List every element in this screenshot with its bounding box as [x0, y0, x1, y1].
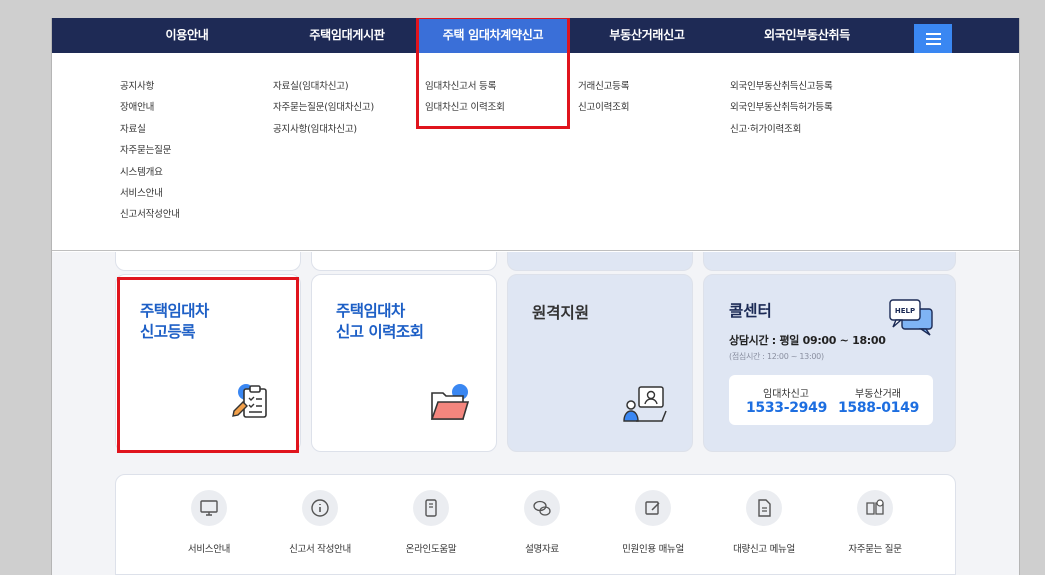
card-stub — [115, 252, 301, 271]
menu-link[interactable]: 자주묻는질문(임대차신고) — [273, 97, 374, 118]
nav-usage-guide[interactable]: 이용안내 — [142, 18, 232, 53]
card-title: 주택임대차 — [336, 302, 405, 320]
book-question-icon — [857, 490, 893, 526]
quick-link-label: 서비스안내 — [187, 544, 231, 555]
phone-label: 부동산거래 — [855, 389, 901, 400]
hamburger-menu-button[interactable] — [914, 24, 952, 53]
help-speech-bubble-icon: HELP — [888, 297, 936, 341]
menu-link[interactable]: 서비스안내 — [120, 183, 180, 204]
quick-link-label: 자주묻는 질문 — [848, 544, 902, 555]
quick-link-citizen-manual[interactable]: 민원인용 매뉴얼 — [598, 490, 708, 555]
nav-housing-lease-board[interactable]: 주택임대게시판 — [282, 18, 412, 53]
chat-bubbles-icon — [524, 490, 560, 526]
remote-support-card[interactable]: 원격지원 — [507, 274, 693, 452]
folder-icon — [426, 383, 474, 429]
card-stub — [311, 252, 497, 271]
menu-link[interactable]: 장애안내 — [120, 97, 180, 118]
quick-link-materials[interactable]: 설명자료 — [487, 490, 597, 555]
card-title: 콜센터 — [729, 302, 772, 320]
call-center-hours: 상담시간 : 평일 09:00 ~ 18:00 — [729, 334, 886, 347]
browser-viewport: 이용안내 주택임대게시판 주택 임대차계약신고 부동산거래신고 외국인부동산취득… — [51, 18, 1020, 575]
call-center-break: (점심시간 : 12:00 ~ 13:00) — [729, 352, 824, 361]
menu-column-usage-guide: 공지사항 장애안내 자료실 자주묻는질문 시스템개요 서비스안내 신고서작성안내 — [120, 76, 180, 226]
menu-column-foreigner: 외국인부동산취득신고등록 외국인부동산취득허가등록 신고·허가이력조회 — [730, 76, 833, 140]
call-center-numbers: 임대차신고 부동산거래 1533-2949 1588-0149 — [729, 375, 933, 425]
highlight-box — [416, 18, 570, 129]
menu-link[interactable]: 신고·허가이력조회 — [730, 119, 832, 140]
phone-number[interactable]: 1588-0149 — [831, 400, 926, 416]
quick-link-bulk-manual[interactable]: 대량신고 메뉴얼 — [709, 490, 819, 555]
remote-support-icon — [620, 383, 668, 431]
quick-link-label: 대량신고 메뉴얼 — [733, 544, 795, 555]
lease-history-card[interactable]: 주택임대차 신고 이력조회 — [311, 274, 497, 452]
card-title: 원격지원 — [532, 304, 590, 322]
mobile-device-icon — [413, 490, 449, 526]
card-stub — [703, 252, 956, 271]
menu-link[interactable]: 신고서작성안내 — [120, 204, 180, 225]
quick-link-label: 설명자료 — [525, 544, 559, 555]
menu-link[interactable]: 공지사항 — [120, 76, 180, 97]
menu-link[interactable]: 신고이력조회 — [578, 97, 629, 118]
quick-link-report-guide[interactable]: 신고서 작성안내 — [265, 490, 375, 555]
info-icon — [302, 490, 338, 526]
menu-link[interactable]: 공지사항(임대차신고) — [273, 119, 374, 140]
quick-links-bar: 서비스안내 신고서 작성안내 온라인도움말 설명자료 민원인용 매뉴얼 대량신고… — [115, 474, 956, 575]
menu-link[interactable]: 외국인부동산취득허가등록 — [730, 97, 833, 118]
menu-column-board: 자료실(임대차신고) 자주묻는질문(임대차신고) 공지사항(임대차신고) — [273, 76, 374, 140]
help-badge-text: HELP — [895, 307, 915, 315]
phone-label: 임대차신고 — [763, 389, 809, 400]
highlight-box — [117, 277, 299, 453]
quick-link-online-help[interactable]: 온라인도움말 — [376, 490, 486, 555]
menu-link[interactable]: 시스템개요 — [120, 162, 180, 183]
nav-foreigner-acquisition[interactable]: 외국인부동산취득 — [742, 18, 872, 53]
card-stub — [507, 252, 693, 271]
menu-link[interactable]: 외국인부동산취득신고등록 — [730, 76, 833, 97]
quick-link-faq[interactable]: 자주묻는 질문 — [820, 490, 930, 555]
quick-link-label: 신고서 작성안내 — [289, 544, 351, 555]
nav-real-estate-transaction[interactable]: 부동산거래신고 — [592, 18, 702, 53]
menu-column-transaction: 거래신고등록 신고이력조회 — [578, 76, 629, 119]
quick-link-label: 민원인용 매뉴얼 — [622, 544, 684, 555]
menu-link[interactable]: 자료실(임대차신고) — [273, 76, 374, 97]
menu-link[interactable]: 자료실 — [120, 119, 180, 140]
phone-number[interactable]: 1533-2949 — [739, 400, 834, 416]
quick-link-label: 온라인도움말 — [405, 544, 457, 555]
call-center-card: 콜센터 HELP 상담시간 : 평일 09:00 ~ 18:00 (점심시간 :… — [703, 274, 956, 452]
card-title: 신고 이력조회 — [336, 323, 424, 341]
document-icon — [746, 490, 782, 526]
monitor-icon — [191, 490, 227, 526]
menu-link[interactable]: 자주묻는질문 — [120, 140, 180, 161]
quick-link-service-guide[interactable]: 서비스안내 — [154, 490, 264, 555]
menu-link[interactable]: 거래신고등록 — [578, 76, 629, 97]
edit-document-icon — [635, 490, 671, 526]
